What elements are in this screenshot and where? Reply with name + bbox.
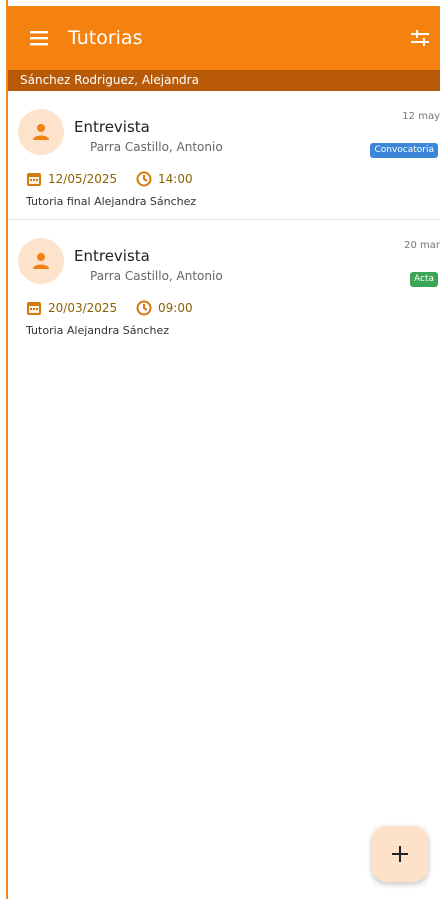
page-title: Tutorias — [68, 27, 143, 49]
student-bar: Sánchez Rodriguez, Alejandra — [8, 70, 440, 91]
clock-icon — [136, 300, 152, 316]
add-icon — [392, 846, 408, 862]
menu-button[interactable] — [28, 26, 52, 50]
short-date: 20 mar — [404, 240, 440, 251]
short-date: 12 may — [402, 111, 440, 122]
person-icon — [33, 124, 49, 140]
tutoria-date: 20/03/2025 — [48, 301, 118, 315]
tutoria-time: 14:00 — [158, 172, 193, 186]
tutoria-type: Entrevista — [74, 247, 150, 265]
tutoria-description: Tutoria Alejandra Sánchez — [26, 324, 169, 337]
tutoria-description: Tutoria final Alejandra Sánchez — [26, 195, 197, 208]
avatar — [18, 238, 64, 284]
status-badge: Convocatoria — [370, 143, 438, 158]
calendar-icon — [27, 302, 41, 315]
tutoria-time: 09:00 — [158, 301, 193, 315]
tutoria-date: 12/05/2025 — [48, 172, 118, 186]
menu-icon — [30, 31, 48, 46]
add-tutoria-button[interactable] — [372, 826, 428, 882]
filter-icon — [411, 30, 429, 46]
filter-button[interactable] — [408, 26, 432, 50]
clock-icon — [136, 171, 152, 187]
tutoria-card[interactable]: Entrevista Parra Castillo, Antonio 20 ma… — [8, 220, 440, 348]
teacher-name: Parra Castillo, Antonio — [90, 269, 223, 283]
person-icon — [33, 253, 49, 269]
student-name: Sánchez Rodriguez, Alejandra — [20, 73, 199, 87]
tutoria-type: Entrevista — [74, 118, 150, 136]
calendar-icon — [27, 173, 41, 186]
avatar — [18, 109, 64, 155]
status-badge: Acta — [410, 272, 438, 287]
tutoria-card[interactable]: Entrevista Parra Castillo, Antonio 12 ma… — [8, 91, 440, 220]
app-bar: Tutorias — [8, 6, 440, 70]
teacher-name: Parra Castillo, Antonio — [90, 140, 223, 154]
